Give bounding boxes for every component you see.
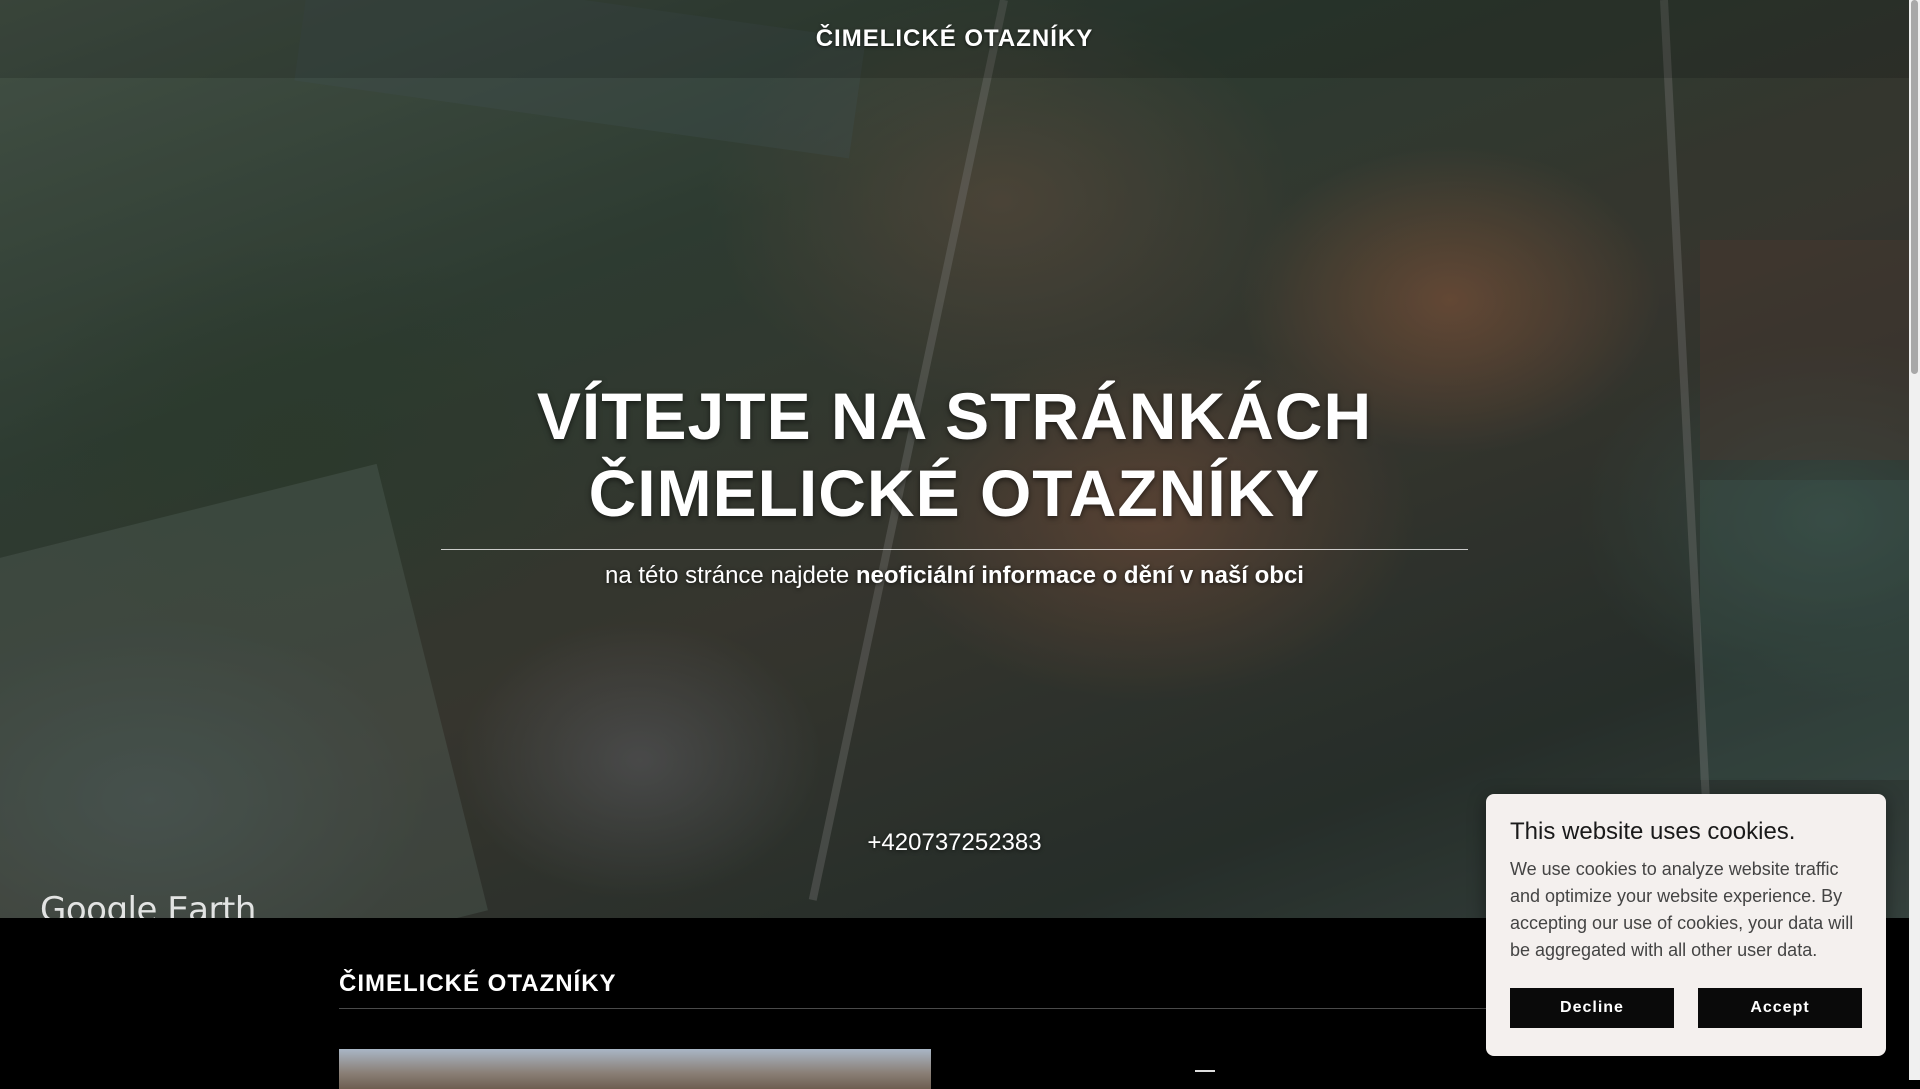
accept-button[interactable]: Accept [1698,988,1862,1028]
section-heading-peek [1195,1070,1215,1082]
header-bar: ČIMELICKÉ OTAZNÍKY [0,0,1909,78]
hero-tagline: na této stránce najdete neoficiální info… [0,562,1909,590]
hero-title: VÍTEJTE NA STRÁNKÁCH ČIMELICKÉ OTAZNÍKY [0,378,1909,532]
hero-divider [441,549,1468,550]
cookie-dialog: This website uses cookies. We use cookie… [1486,794,1886,1056]
page-scrollbar[interactable] [1909,0,1920,1080]
hero-tagline-bold: neoficiální informace o dění v naší obci [855,562,1304,589]
hero-title-line-2: ČIMELICKÉ OTAZNÍKY [588,456,1321,530]
hero-tagline-prefix: na této stránce najdete [605,562,856,589]
map-watermark: Google Earth [40,890,256,918]
cookie-text: We use cookies to analyze website traffi… [1510,859,1854,960]
site-brand-link[interactable]: ČIMELICKÉ OTAZNÍKY [816,25,1094,53]
hero-title-line-1: VÍTEJTE NA STRÁNKÁCH [536,379,1373,453]
section-title: ČIMELICKÉ OTAZNÍKY [339,970,617,997]
cookie-title: This website uses cookies. [1510,818,1796,845]
scrollbar-thumb[interactable] [1911,0,1918,374]
hero-section: ČIMELICKÉ OTAZNÍKY VÍTEJTE NA STRÁNKÁCH … [0,0,1909,918]
decline-button[interactable]: Decline [1510,988,1674,1028]
section-divider [339,1008,1569,1009]
section-photo [339,1049,931,1089]
